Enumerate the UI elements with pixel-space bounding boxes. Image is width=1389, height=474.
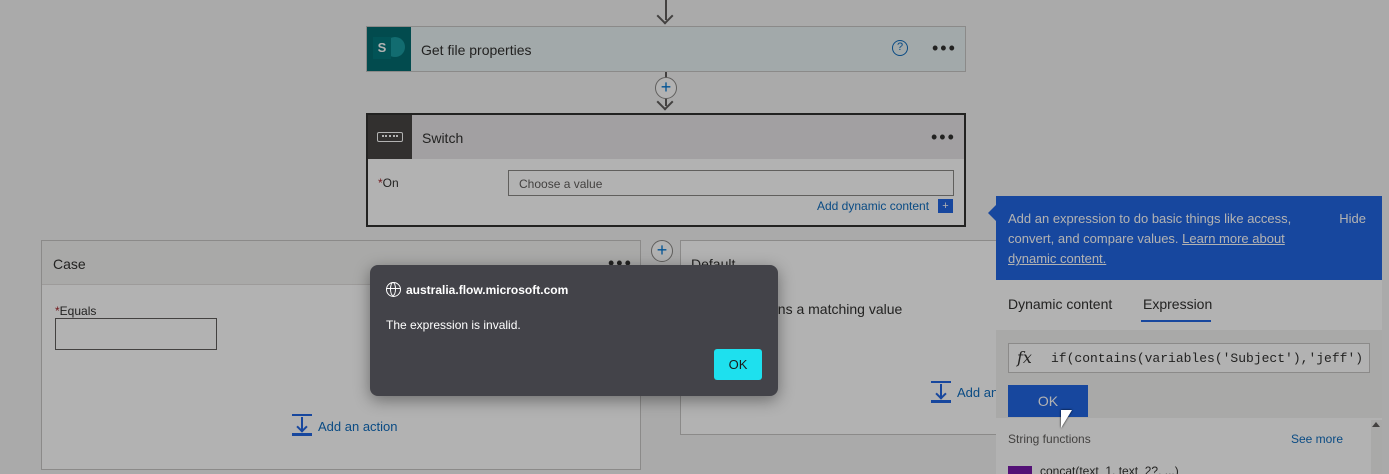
alert-dialog: australia.flow.microsoft.com The express… bbox=[370, 265, 778, 396]
modal-backdrop bbox=[0, 0, 1389, 474]
dialog-ok-button[interactable]: OK bbox=[714, 349, 762, 380]
globe-icon bbox=[386, 282, 401, 297]
dialog-origin: australia.flow.microsoft.com bbox=[406, 283, 569, 297]
dialog-message: The expression is invalid. bbox=[386, 318, 521, 332]
mouse-cursor-icon bbox=[1061, 410, 1072, 428]
